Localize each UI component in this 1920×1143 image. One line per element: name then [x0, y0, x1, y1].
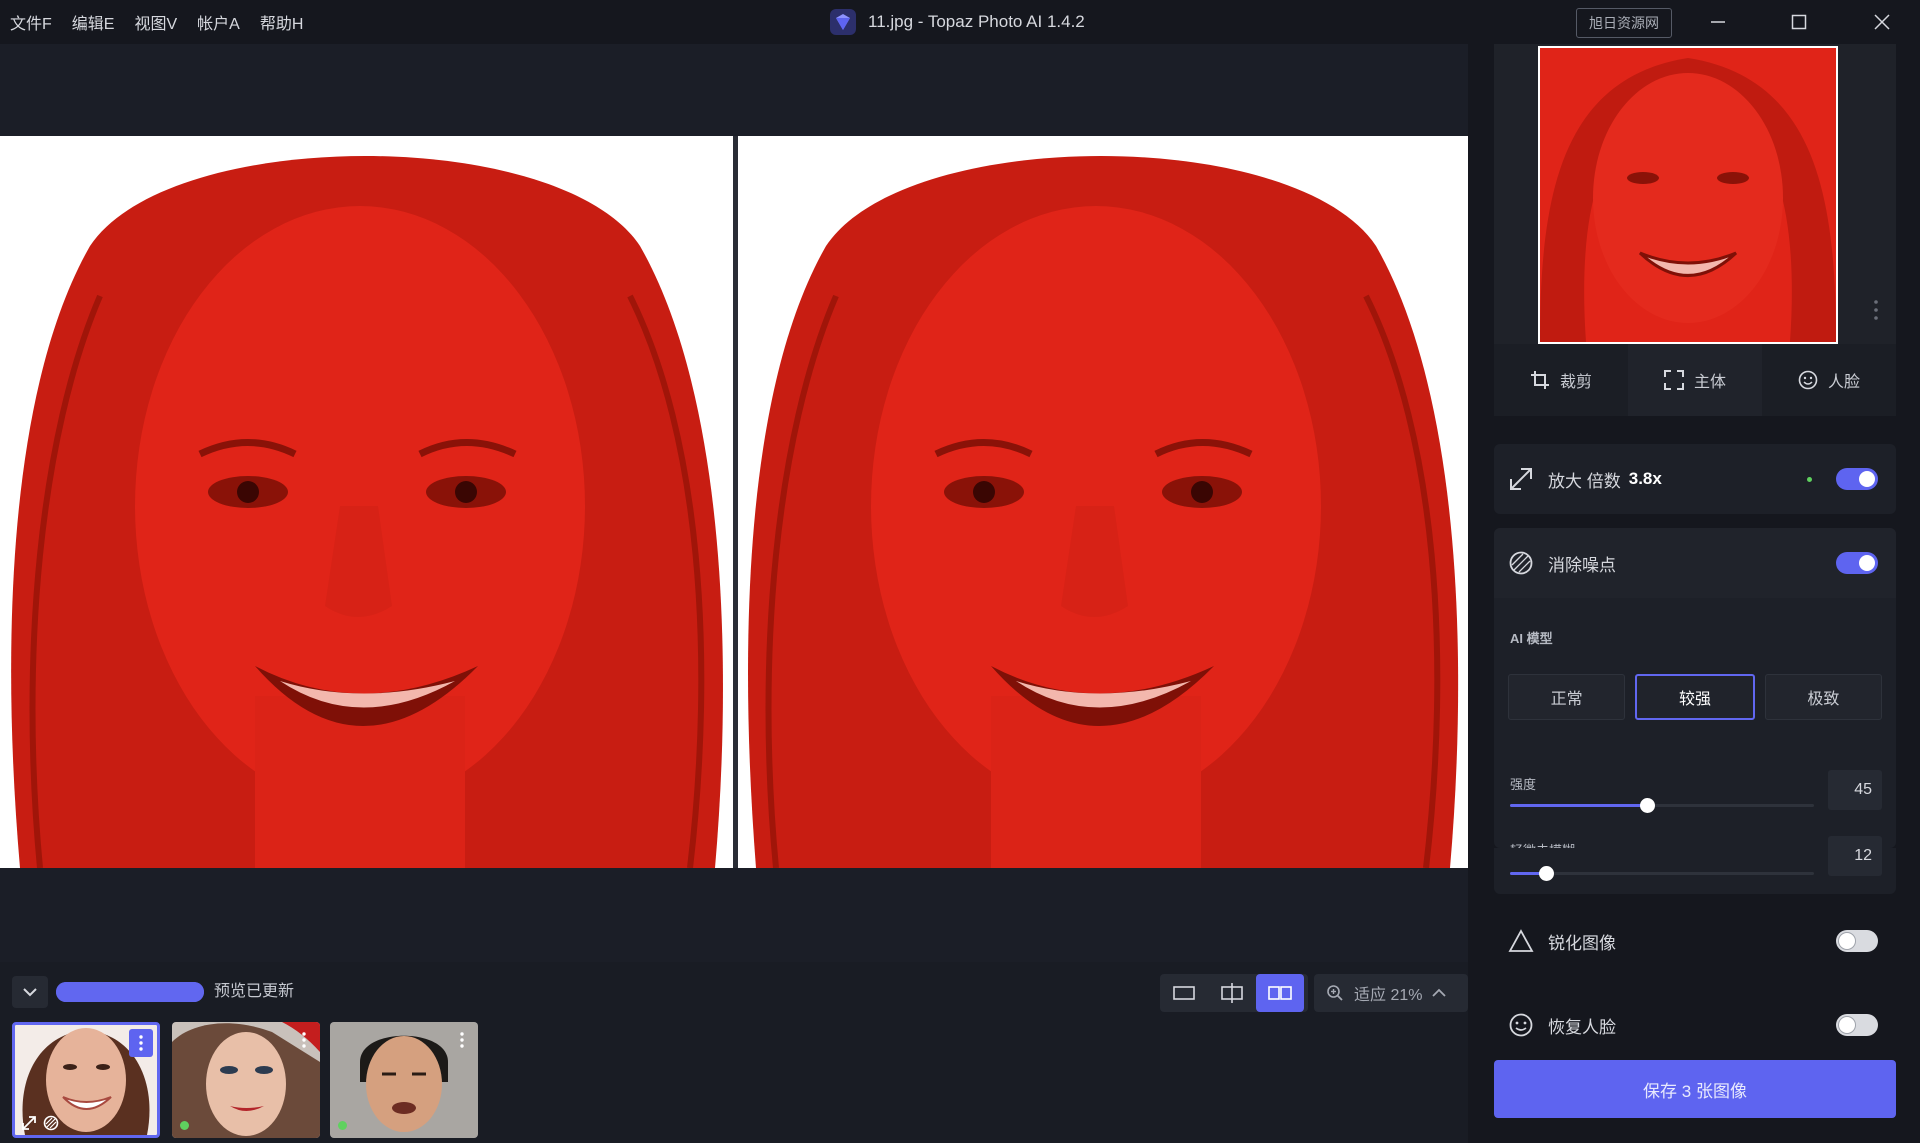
- face-recovery-row[interactable]: 恢复人脸: [1494, 990, 1896, 1060]
- thumbnail-2-status-dot: [180, 1121, 189, 1130]
- upscale-factor: 3.8x: [1628, 469, 1662, 488]
- split-view-button[interactable]: [1208, 974, 1256, 1012]
- zoom-control[interactable]: 适应 21%: [1314, 974, 1468, 1012]
- chevron-up-icon: [1432, 988, 1447, 997]
- maximize-icon[interactable]: [1771, 0, 1827, 44]
- single-view-icon: [1173, 986, 1195, 1000]
- denoise-toggle[interactable]: [1836, 552, 1878, 574]
- model-strong-button[interactable]: 较强: [1635, 674, 1755, 720]
- upscale-status-dot: [1807, 477, 1812, 482]
- filmstrip: [0, 1022, 1468, 1143]
- upscale-icon: [1510, 468, 1532, 490]
- deblur-value[interactable]: 12: [1828, 836, 1882, 876]
- side-by-side-view-button[interactable]: [1256, 974, 1304, 1012]
- minimize-icon[interactable]: [1690, 0, 1746, 44]
- tool-tabs: 裁剪 主体 人脸: [1494, 344, 1896, 416]
- ai-model-heading: AI 模型: [1510, 631, 1553, 646]
- denoise-row[interactable]: 消除噪点: [1494, 528, 1896, 598]
- more-vertical-icon: [460, 1032, 464, 1048]
- tab-face[interactable]: 人脸: [1762, 344, 1896, 416]
- more-vertical-icon: [1874, 300, 1878, 320]
- sharpen-label: 锐化图像: [1548, 933, 1616, 953]
- denoise-card: 消除噪点 AI 模型 正常 较强 极致 强度 45 轻微去模糊: [1494, 528, 1896, 858]
- denoise-label: 消除噪点: [1548, 555, 1616, 575]
- deblur-slider-handle[interactable]: [1539, 866, 1555, 881]
- thumbnail-1[interactable]: [12, 1022, 160, 1138]
- thumbnail-3-menu-button[interactable]: [450, 1026, 474, 1054]
- sharpen-toggle[interactable]: [1836, 930, 1878, 952]
- split-view-icon: [1221, 983, 1243, 1003]
- preview-progress-fill: [56, 982, 204, 1002]
- watermark-button[interactable]: 旭日资源网: [1576, 8, 1672, 38]
- processed-photo[interactable]: [738, 136, 1468, 868]
- crop-icon: [1530, 371, 1549, 389]
- app-window: 文件F 编辑E 视图V 帐户A 帮助H 11.jpg - Topaz Photo…: [0, 0, 1920, 1143]
- subject-icon: [1663, 370, 1684, 390]
- deblur-card: 12: [1494, 836, 1896, 894]
- face-recovery-toggle[interactable]: [1836, 1014, 1878, 1036]
- tab-crop[interactable]: 裁剪: [1494, 344, 1628, 416]
- settings-panel: 裁剪 主体 人脸 放大 倍数 3.8x 消除噪点 AI 模型 正常 较强 极致 …: [1468, 44, 1920, 1143]
- deblur-slider[interactable]: [1510, 866, 1814, 881]
- strength-label: 强度: [1510, 777, 1537, 792]
- thumbnail-2-menu-button[interactable]: [292, 1026, 316, 1054]
- tab-face-label: 人脸: [1827, 374, 1860, 391]
- strength-slider-handle[interactable]: [1639, 798, 1655, 813]
- sharpen-row[interactable]: 锐化图像: [1494, 906, 1896, 976]
- title-bar: 文件F 编辑E 视图V 帐户A 帮助H 11.jpg - Topaz Photo…: [0, 0, 1920, 44]
- navigator-menu-button[interactable]: [1864, 294, 1888, 326]
- face-recovery-icon: [1509, 1013, 1533, 1037]
- strength-value[interactable]: 45: [1828, 770, 1882, 810]
- menu-view[interactable]: 视图V: [134, 10, 177, 34]
- save-images-button[interactable]: 保存 3 张图像: [1494, 1060, 1896, 1118]
- upscale-row[interactable]: 放大 倍数 3.8x: [1494, 444, 1896, 514]
- more-vertical-icon: [302, 1032, 306, 1048]
- side-by-side-view-icon: [1268, 986, 1292, 1000]
- topaz-logo-icon: [830, 9, 856, 35]
- preview-canvas[interactable]: [0, 44, 1468, 962]
- thumbnail-3-status-dot: [338, 1121, 347, 1130]
- menu-file[interactable]: 文件F: [10, 10, 52, 34]
- original-photo[interactable]: [0, 136, 733, 868]
- zoom-icon: [1327, 985, 1343, 1001]
- upscale-badge-icon: [22, 1116, 36, 1130]
- navigator-image[interactable]: [1538, 46, 1838, 344]
- face-icon: [1798, 370, 1818, 390]
- upscale-toggle[interactable]: [1836, 468, 1878, 490]
- window-title: 11.jpg - Topaz Photo AI 1.4.2: [868, 12, 1085, 31]
- close-icon[interactable]: [1854, 0, 1910, 44]
- bottom-toolbar: 预览已更新 适应 21%: [0, 962, 1468, 1022]
- single-view-button[interactable]: [1160, 974, 1208, 1012]
- strength-slider[interactable]: [1510, 798, 1814, 813]
- denoise-icon: [1509, 551, 1533, 575]
- strength-slider-fill: [1510, 804, 1647, 807]
- tab-crop-label: 裁剪: [1559, 374, 1592, 391]
- menu-edit[interactable]: 编辑E: [72, 10, 115, 34]
- thumbnail-2[interactable]: [172, 1022, 320, 1138]
- menu-account[interactable]: 帐户A: [197, 10, 240, 34]
- more-vertical-icon: [139, 1035, 143, 1051]
- zoom-label: 适应 21%: [1354, 987, 1423, 1004]
- upscale-card: 放大 倍数 3.8x: [1494, 444, 1896, 514]
- chevron-down-icon: [23, 988, 37, 997]
- sharpen-icon: [1508, 929, 1534, 952]
- thumbnail-1-menu-button[interactable]: [129, 1029, 153, 1057]
- upscale-label: 放大 倍数: [1548, 471, 1621, 491]
- tab-subject-label: 主体: [1693, 374, 1726, 391]
- preview-progress-bar: [56, 982, 204, 1002]
- model-extreme-button[interactable]: 极致: [1764, 674, 1882, 720]
- preview-status-label: 预览已更新: [214, 983, 295, 1000]
- tab-subject[interactable]: 主体: [1628, 344, 1762, 416]
- ai-model-selector: 正常 较强 极致: [1508, 674, 1882, 720]
- thumbnail-3[interactable]: [330, 1022, 478, 1138]
- denoise-badge-icon: [43, 1115, 59, 1131]
- window-title-group: 11.jpg - Topaz Photo AI 1.4.2: [830, 0, 1085, 44]
- face-recovery-label: 恢复人脸: [1548, 1017, 1616, 1037]
- navigator-preview[interactable]: [1494, 44, 1896, 344]
- collapse-filmstrip-button[interactable]: [12, 976, 48, 1008]
- view-mode-switch: [1160, 974, 1308, 1012]
- menu-help[interactable]: 帮助H: [260, 10, 304, 34]
- model-normal-button[interactable]: 正常: [1508, 674, 1626, 720]
- menu-bar: 文件F 编辑E 视图V 帐户A 帮助H: [10, 0, 303, 44]
